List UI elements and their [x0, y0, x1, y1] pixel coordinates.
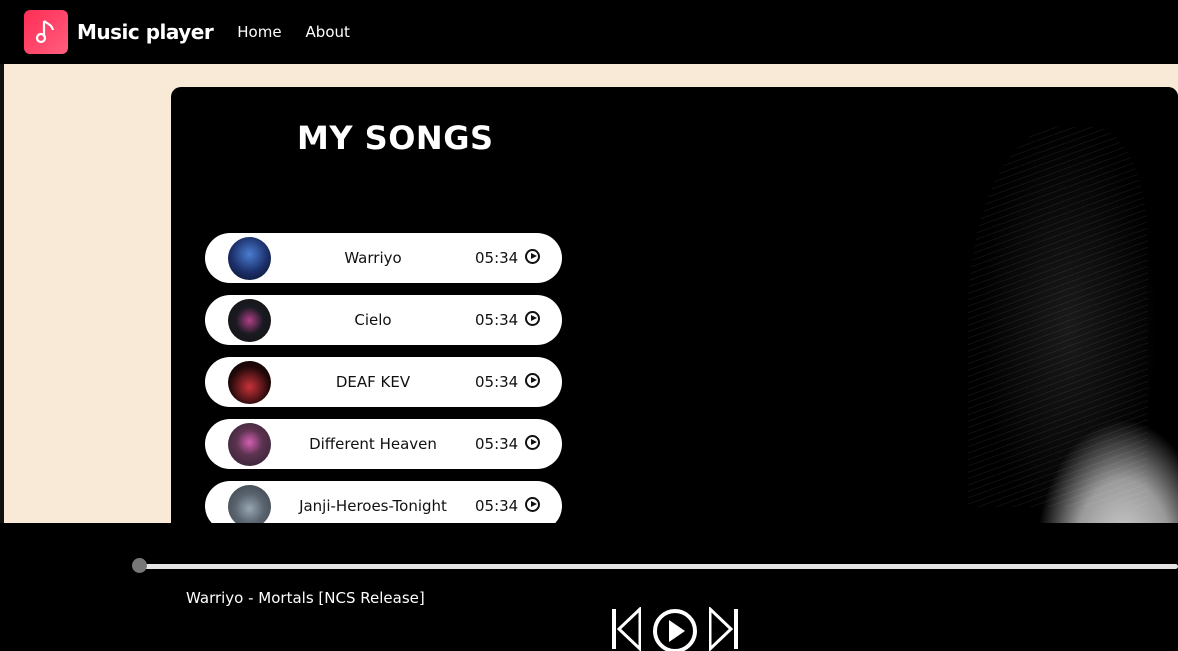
artist-background-image — [948, 87, 1178, 523]
song-cover-image — [228, 298, 271, 342]
song-duration: 05:34 — [475, 435, 519, 453]
song-cover-image — [228, 422, 271, 466]
now-playing-title: Warriyo - Mortals [NCS Release] — [186, 589, 425, 607]
song-item-cielo[interactable]: Cielo 05:34 — [205, 295, 562, 345]
song-item-deaf-kev[interactable]: DEAF KEV 05:34 — [205, 357, 562, 407]
progress-handle[interactable] — [132, 558, 147, 573]
player-controls — [611, 607, 741, 651]
play-circle-icon[interactable] — [525, 249, 540, 264]
nav-home-link[interactable]: Home — [237, 23, 281, 41]
previous-icon[interactable] — [611, 607, 641, 651]
song-item-warriyo[interactable]: Warriyo 05:34 — [205, 233, 562, 283]
song-name: DEAF KEV — [335, 373, 411, 391]
navbar: Music player Home About — [0, 0, 1178, 64]
song-duration: 05:34 — [475, 311, 519, 329]
song-item-janji-heroes-tonight[interactable]: Janji-Heroes-Tonight 05:34 — [205, 481, 562, 523]
song-cover-image — [228, 236, 271, 280]
song-name: Different Heaven — [309, 435, 437, 453]
songs-panel: MY SONGS Warriyo 05:34 Cielo 05:34 DEAF … — [171, 87, 1178, 523]
song-name: Cielo — [354, 311, 392, 329]
play-circle-icon[interactable] — [525, 497, 540, 512]
songs-title: MY SONGS — [297, 119, 494, 157]
song-cover-image — [228, 360, 271, 404]
song-item-different-heaven[interactable]: Different Heaven 05:34 — [205, 419, 562, 469]
song-name: Warriyo — [344, 249, 402, 267]
play-icon[interactable] — [651, 607, 699, 651]
song-duration: 05:34 — [475, 373, 519, 391]
song-duration: 05:34 — [475, 497, 519, 515]
song-duration: 05:34 — [475, 249, 519, 267]
next-icon[interactable] — [709, 607, 739, 651]
brand-title[interactable]: Music player — [77, 20, 214, 44]
play-circle-icon[interactable] — [525, 373, 540, 388]
music-note-icon[interactable] — [24, 10, 68, 54]
song-name: Janji-Heroes-Tonight — [299, 497, 447, 515]
play-circle-icon[interactable] — [525, 311, 540, 326]
song-cover-image — [228, 484, 271, 523]
play-circle-icon[interactable] — [525, 435, 540, 450]
progress-bar[interactable] — [139, 564, 1178, 569]
bottom-player: Warriyo - Mortals [NCS Release] — [0, 523, 1178, 651]
nav-about-link[interactable]: About — [306, 23, 350, 41]
song-list: Warriyo 05:34 Cielo 05:34 DEAF KEV 05:34… — [205, 233, 562, 523]
